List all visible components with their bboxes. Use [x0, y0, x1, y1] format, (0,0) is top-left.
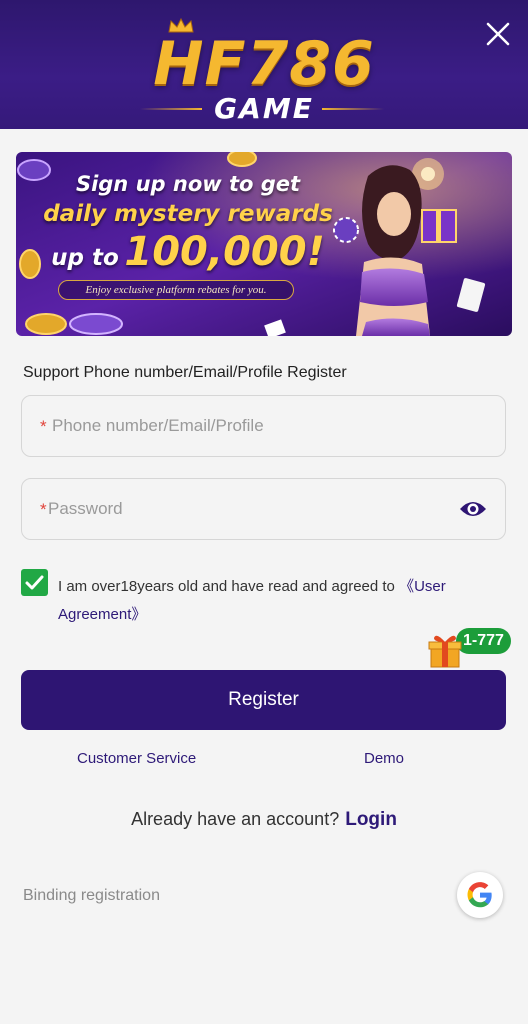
- demo-link[interactable]: Demo: [364, 750, 404, 767]
- close-icon[interactable]: [484, 20, 512, 48]
- google-register-button[interactable]: [457, 872, 503, 918]
- banner-line-2: daily mystery rewards: [43, 201, 333, 227]
- banner-headline: Sign up now to get daily mystery rewards…: [38, 172, 338, 275]
- required-mark: *: [40, 417, 47, 436]
- check-icon: [25, 575, 44, 590]
- promo-banner[interactable]: Sign up now to get daily mystery rewards…: [16, 152, 512, 336]
- banner-line-3: up to 100,000!: [38, 229, 338, 275]
- password-field[interactable]: *: [21, 478, 506, 540]
- eye-icon[interactable]: [459, 497, 487, 521]
- gift-icon: [428, 635, 462, 668]
- logo-main-text: HF786: [153, 29, 375, 99]
- agreement-statement: I am over18years old and have read and a…: [58, 578, 400, 595]
- phone-email-field[interactable]: *: [21, 395, 506, 457]
- header: HF786 GAME: [0, 0, 528, 129]
- login-prompt-text: Already have an account?: [131, 809, 340, 829]
- google-icon: [467, 882, 492, 908]
- login-link[interactable]: Login: [345, 809, 397, 830]
- required-mark: *: [40, 500, 47, 519]
- gift-badge: 1-777: [456, 628, 511, 654]
- banner-line-1: Sign up now to get: [75, 172, 301, 196]
- register-button[interactable]: Register: [21, 670, 506, 730]
- logo: HF786: [0, 14, 528, 102]
- login-prompt: Already have an account? Login: [0, 809, 528, 831]
- binding-registration-label: Binding registration: [23, 887, 160, 904]
- banner-note: Enjoy exclusive platform rebates for you…: [58, 280, 294, 300]
- customer-service-link[interactable]: Customer Service: [77, 750, 196, 767]
- banner-line-3-prefix: up to: [51, 245, 119, 271]
- gift-reward-widget[interactable]: 1-777: [428, 628, 516, 670]
- agree-checkbox[interactable]: [21, 569, 48, 596]
- banner-amount: 100,000!: [124, 229, 325, 275]
- phone-email-input[interactable]: [52, 396, 492, 456]
- password-input[interactable]: [48, 479, 448, 539]
- register-support-label: Support Phone number/Email/Profile Regis…: [23, 364, 347, 381]
- logo-sub-text: GAME: [214, 92, 314, 125]
- agreement-text: I am over18years old and have read and a…: [58, 573, 498, 629]
